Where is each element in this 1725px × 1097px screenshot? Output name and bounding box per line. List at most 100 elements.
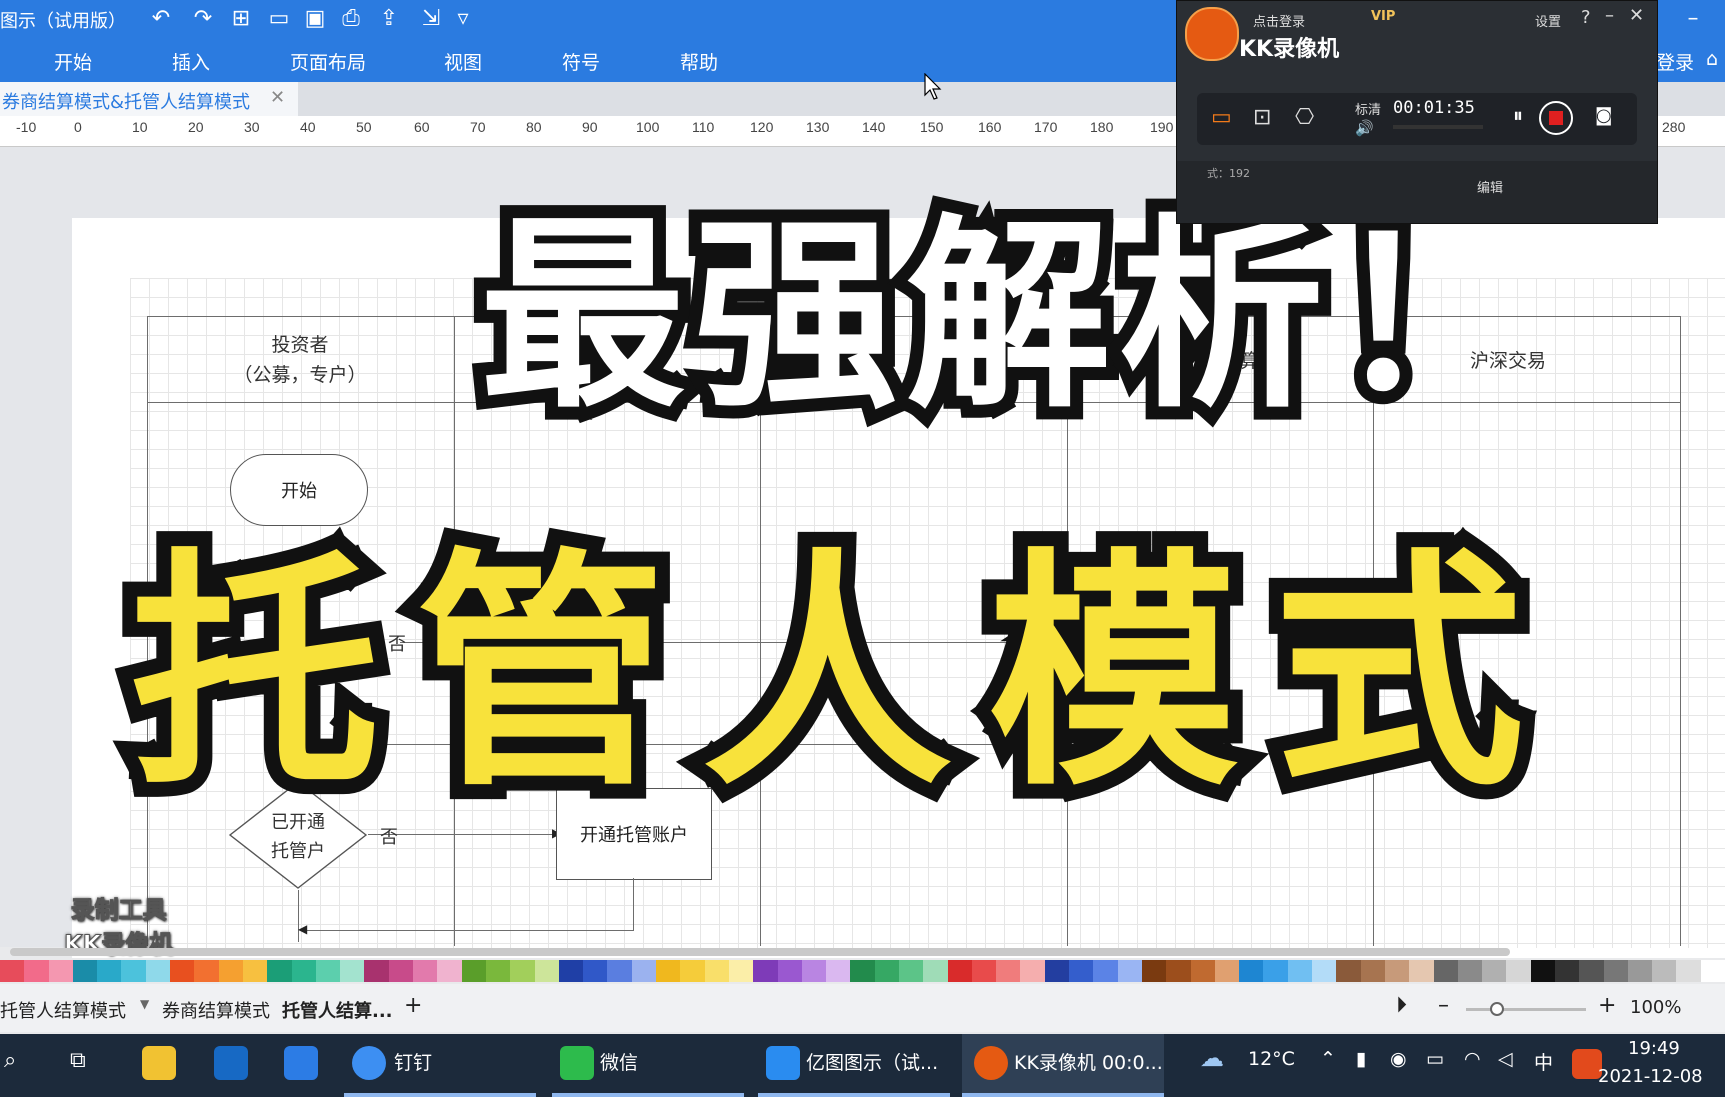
volume-icon[interactable]: 🔊 <box>1355 119 1374 137</box>
zoom-level[interactable]: 100% <box>1630 997 1681 1018</box>
file-explorer-icon[interactable] <box>142 1046 176 1080</box>
color-palette[interactable] <box>0 960 1725 982</box>
ime-indicator[interactable]: 中 <box>1534 1048 1553 1075</box>
color-swatch[interactable] <box>1117 960 1142 982</box>
kk-login[interactable]: 点击登录 <box>1253 11 1305 30</box>
color-swatch[interactable] <box>1360 960 1385 982</box>
photos-icon[interactable] <box>284 1046 318 1080</box>
zoom-slider[interactable] <box>1466 1002 1586 1016</box>
kk-edit-label[interactable]: 编辑 <box>1477 177 1503 196</box>
page-tab-active[interactable]: 托管人结算... <box>282 997 393 1023</box>
color-swatch[interactable] <box>947 960 972 982</box>
color-swatch[interactable] <box>24 960 49 982</box>
menu-symbol[interactable]: 符号 <box>562 48 600 75</box>
color-swatch[interactable] <box>850 960 875 982</box>
color-swatch[interactable] <box>898 960 924 982</box>
color-swatch[interactable] <box>1263 960 1288 982</box>
pause-icon[interactable]: ⏸ <box>1513 103 1523 127</box>
cloud-icon[interactable]: ☁ <box>1200 1044 1224 1072</box>
color-swatch[interactable] <box>1433 960 1458 982</box>
page-tab-custodian[interactable]: 托管人结算模式 <box>0 997 126 1023</box>
kk-close-icon[interactable]: ✕ <box>1629 5 1644 26</box>
volume-icon[interactable]: ◁ <box>1498 1048 1513 1070</box>
zoom-slider-thumb[interactable] <box>1490 1002 1504 1016</box>
undo-icon[interactable]: ↶ <box>148 6 174 31</box>
color-swatch[interactable] <box>1020 960 1045 982</box>
lane-header-investor[interactable]: 投资者 （公募，专户） <box>150 330 450 390</box>
menu-page-layout[interactable]: 页面布局 <box>290 48 366 75</box>
add-page-button[interactable]: + <box>404 993 422 1018</box>
kk-settings[interactable]: 设置 <box>1535 11 1561 30</box>
weather-temp[interactable]: 12°C <box>1248 1048 1295 1070</box>
camera-icon[interactable]: ◙ <box>1595 105 1612 126</box>
chevron-up-icon[interactable]: ⌃ <box>1320 1048 1336 1070</box>
color-swatch[interactable] <box>170 960 195 982</box>
color-swatch[interactable] <box>923 960 948 982</box>
color-swatch[interactable] <box>753 960 778 982</box>
menu-help[interactable]: 帮助 <box>680 48 718 75</box>
color-swatch[interactable] <box>437 960 462 982</box>
color-swatch[interactable] <box>607 960 632 982</box>
color-swatch[interactable] <box>72 960 98 982</box>
region-record-icon[interactable]: ⊡ <box>1253 105 1271 130</box>
dingtalk-icon[interactable] <box>352 1046 386 1080</box>
color-swatch[interactable] <box>1409 960 1434 982</box>
color-swatch[interactable] <box>1555 960 1580 982</box>
color-swatch[interactable] <box>1676 960 1701 982</box>
kk-quality[interactable]: 标清 <box>1355 99 1381 118</box>
color-swatch[interactable] <box>1239 960 1264 982</box>
menu-insert[interactable]: 插入 <box>172 48 210 75</box>
color-swatch[interactable] <box>1627 960 1653 982</box>
outlook-icon[interactable] <box>214 1046 248 1080</box>
wifi-icon[interactable]: ◠ <box>1464 1048 1481 1070</box>
export-icon[interactable]: ⇪ <box>376 6 402 31</box>
minimize-icon[interactable]: – <box>1680 6 1706 31</box>
task-view-icon[interactable]: ⧉ <box>70 1048 86 1073</box>
kk-recorder-icon[interactable] <box>974 1046 1008 1080</box>
color-swatch[interactable] <box>291 960 316 982</box>
new-icon[interactable]: ⊞ <box>228 6 254 31</box>
play-icon[interactable]: ⏵ <box>1396 993 1407 1018</box>
color-swatch[interactable] <box>218 960 243 982</box>
print-icon[interactable]: ⎙ <box>338 6 364 31</box>
color-swatch[interactable] <box>1384 960 1410 982</box>
clock-time[interactable]: 19:49 <box>1628 1038 1680 1059</box>
color-swatch[interactable] <box>510 960 535 982</box>
kk-minimize-icon[interactable]: – <box>1605 5 1614 26</box>
color-swatch[interactable] <box>340 960 365 982</box>
color-swatch[interactable] <box>461 960 486 982</box>
color-swatch[interactable] <box>1093 960 1118 982</box>
color-swatch[interactable] <box>413 960 438 982</box>
color-swatch[interactable] <box>194 960 219 982</box>
color-swatch[interactable] <box>97 960 122 982</box>
color-swatch[interactable] <box>267 960 292 982</box>
color-swatch[interactable] <box>388 960 414 982</box>
redo-icon[interactable]: ↷ <box>190 6 216 31</box>
page-tab-broker[interactable]: 券商结算模式 <box>162 997 270 1023</box>
color-swatch[interactable] <box>145 960 171 982</box>
wechat-icon[interactable] <box>560 1046 594 1080</box>
color-swatch[interactable] <box>364 960 389 982</box>
color-swatch[interactable] <box>996 960 1021 982</box>
search-icon[interactable]: ⌕ <box>4 1048 16 1073</box>
menu-view[interactable]: 视图 <box>444 48 482 75</box>
color-swatch[interactable] <box>1214 960 1240 982</box>
color-swatch[interactable] <box>1141 960 1167 982</box>
zoom-in-button[interactable]: + <box>1598 993 1616 1018</box>
color-swatch[interactable] <box>656 960 681 982</box>
color-swatch[interactable] <box>971 960 997 982</box>
open-folder-icon[interactable]: ▭ <box>266 6 292 31</box>
color-swatch[interactable] <box>1579 960 1604 982</box>
color-swatch[interactable] <box>485 960 511 982</box>
clock-date[interactable]: 2021-12-08 <box>1598 1066 1703 1087</box>
document-tab[interactable]: 券商结算模式&托管人结算模式 ✕ <box>0 82 298 116</box>
color-swatch[interactable] <box>801 960 827 982</box>
color-swatch[interactable] <box>1069 960 1094 982</box>
color-swatch[interactable] <box>1312 960 1337 982</box>
color-swatch[interactable] <box>0 960 25 982</box>
color-swatch[interactable] <box>777 960 802 982</box>
game-record-icon[interactable]: ⎔ <box>1295 105 1314 130</box>
kk-vip-badge[interactable]: VIP <box>1371 9 1395 24</box>
color-swatch[interactable] <box>1700 960 1725 982</box>
taskbar-dingtalk[interactable]: 钉钉 <box>394 1048 432 1075</box>
